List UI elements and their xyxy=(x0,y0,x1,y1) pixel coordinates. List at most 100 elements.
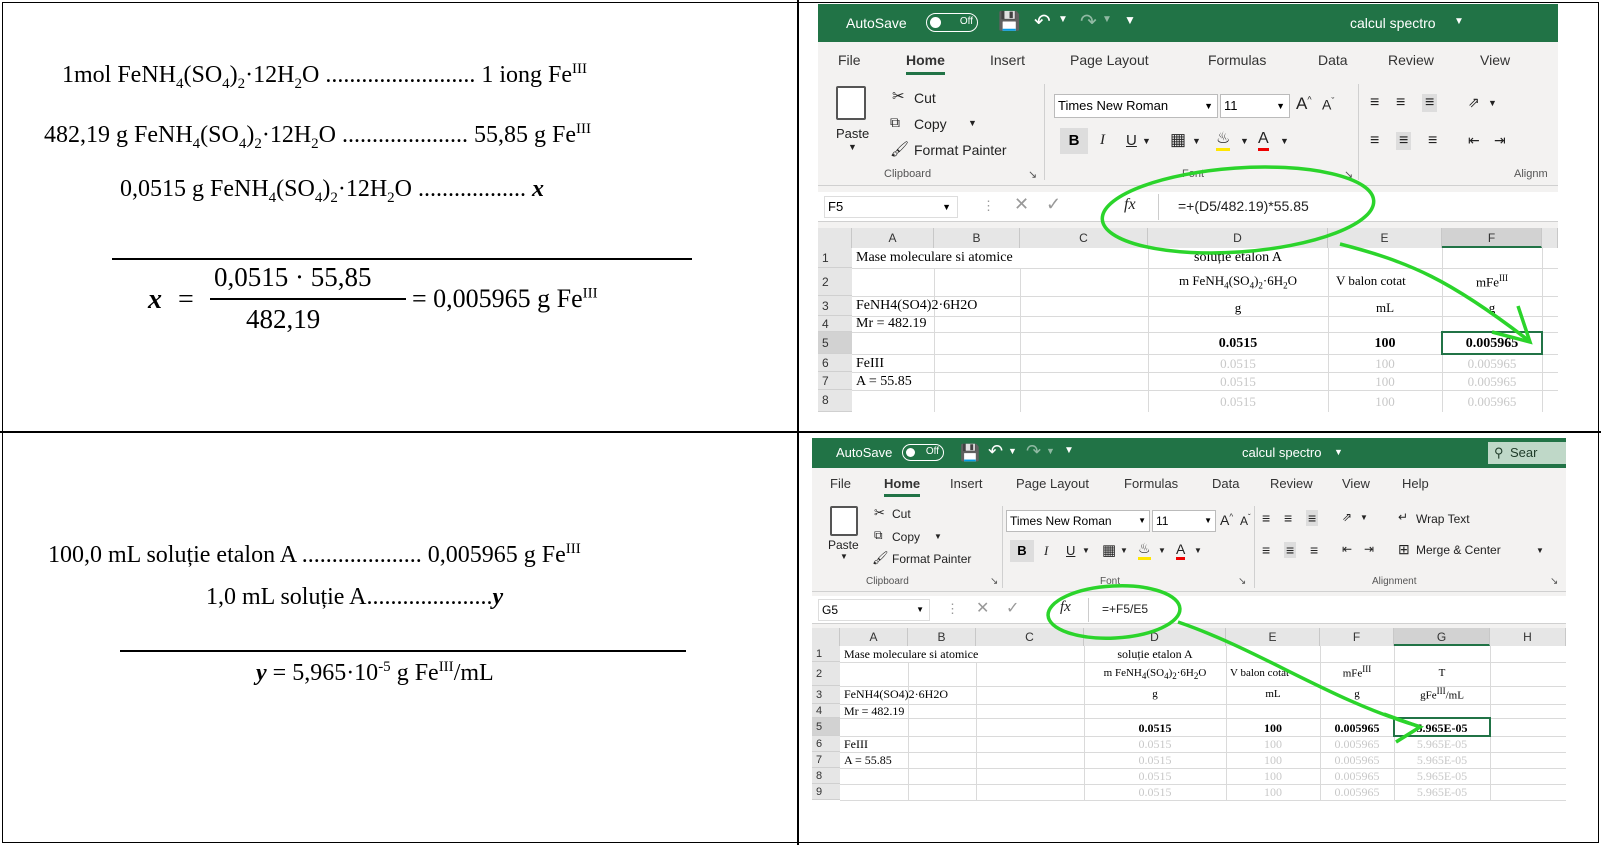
cell-a7[interactable]: A = 55.85 xyxy=(844,753,892,768)
orientation-icon[interactable]: ⇗ xyxy=(1342,510,1352,524)
underline-dropdown-icon[interactable]: ▼ xyxy=(1082,546,1090,555)
insert-function-icon[interactable]: fx xyxy=(1124,196,1136,214)
font-color-icon[interactable]: A xyxy=(1258,130,1269,151)
cell-f5[interactable]: 0.005965 xyxy=(1320,721,1394,736)
document-title[interactable]: calcul spectro xyxy=(1350,15,1436,31)
enter-icon[interactable]: ✓ xyxy=(1046,194,1061,215)
format-painter-label[interactable]: Format Painter xyxy=(914,142,1007,158)
copy-label[interactable]: Copy xyxy=(892,530,920,544)
align-right-icon[interactable]: ≡ xyxy=(1428,132,1437,150)
undo-icon[interactable]: ↶ xyxy=(988,441,1003,462)
formula-input[interactable]: =+F5/E5 xyxy=(1102,602,1148,616)
bold-button[interactable]: B xyxy=(1060,128,1088,154)
font-launcher-icon[interactable]: ↘ xyxy=(1238,576,1246,587)
cell-e2[interactable]: V balon cotat xyxy=(1336,273,1442,289)
alignment-launcher-icon[interactable]: ↘ xyxy=(1550,576,1558,587)
format-painter-icon[interactable]: 🖌 xyxy=(872,550,889,566)
underline-button[interactable]: U xyxy=(1066,543,1075,558)
autosave-toggle[interactable]: Off xyxy=(902,444,944,461)
cell-a6[interactable]: FeIII xyxy=(844,737,868,752)
cut-icon[interactable]: ✂ xyxy=(874,505,885,521)
cell-d1[interactable]: soluție etalon A xyxy=(1148,250,1328,266)
column-header[interactable]: D xyxy=(1084,628,1226,646)
orientation-dropdown-icon[interactable]: ▼ xyxy=(1488,98,1497,108)
insert-function-icon[interactable]: fx xyxy=(1060,599,1071,616)
align-center-icon[interactable]: ≡ xyxy=(1396,132,1412,150)
row-header[interactable]: 1 xyxy=(818,248,852,268)
column-header[interactable]: F xyxy=(1320,628,1394,646)
increase-indent-icon[interactable]: ⇥ xyxy=(1494,132,1506,149)
row-header-selected[interactable]: 5 xyxy=(818,332,852,354)
cell-a3[interactable]: FeNH4(SO4)2·6H2O xyxy=(856,298,977,314)
copy-label[interactable]: Copy xyxy=(914,116,947,132)
menu-help[interactable]: Help xyxy=(1402,476,1429,491)
selected-cell-f5[interactable] xyxy=(1441,331,1543,355)
column-header[interactable]: A xyxy=(840,628,908,646)
column-header-selected[interactable]: G xyxy=(1394,628,1490,646)
cell-d3[interactable]: g xyxy=(1148,300,1328,316)
cancel-icon[interactable]: ✕ xyxy=(976,598,989,618)
font-color-icon[interactable]: A xyxy=(1176,541,1186,560)
menu-view[interactable]: View xyxy=(1480,52,1510,68)
font-color-dropdown-icon[interactable]: ▼ xyxy=(1194,546,1202,555)
cell-a4[interactable]: Mr = 482.19 xyxy=(856,316,927,332)
corner-cell[interactable] xyxy=(812,628,840,646)
align-bottom-icon[interactable]: ≡ xyxy=(1422,94,1438,112)
menu-file[interactable]: File xyxy=(838,52,861,68)
menu-insert[interactable]: Insert xyxy=(950,476,983,491)
row-header[interactable]: 9 xyxy=(812,784,840,800)
cell-d3[interactable]: g xyxy=(1084,688,1226,700)
row-header[interactable]: 3 xyxy=(812,686,840,704)
save-icon[interactable]: 💾 xyxy=(960,443,980,463)
column-header-selected[interactable]: F xyxy=(1442,228,1542,248)
underline-dropdown-icon[interactable]: ▼ xyxy=(1142,136,1151,146)
save-icon[interactable]: 💾 xyxy=(998,11,1020,32)
orientation-dropdown-icon[interactable]: ▼ xyxy=(1360,513,1368,522)
copy-icon[interactable]: ⧉ xyxy=(890,114,900,131)
row-header[interactable]: 3 xyxy=(818,296,852,316)
enter-icon[interactable]: ✓ xyxy=(1006,598,1019,618)
paste-icon[interactable] xyxy=(830,506,858,536)
cell-d2[interactable]: m FeNH4(SO4)2·6H2O xyxy=(1084,667,1226,681)
name-box[interactable]: G5 ▼ xyxy=(818,599,930,621)
merge-center-button[interactable]: Merge & Center xyxy=(1416,543,1501,557)
increase-indent-icon[interactable]: ⇥ xyxy=(1364,542,1374,556)
menu-formulas[interactable]: Formulas xyxy=(1208,52,1266,68)
cell-d1[interactable]: soluție etalon A xyxy=(1084,647,1226,662)
font-launcher-icon[interactable]: ↘ xyxy=(1344,168,1353,181)
name-box[interactable]: F5 ▼ xyxy=(824,196,958,218)
font-size-select[interactable]: 11 ▼ xyxy=(1220,94,1290,118)
bold-button[interactable]: B xyxy=(1010,540,1034,562)
row-header[interactable]: 6 xyxy=(818,354,852,372)
row-header[interactable]: 7 xyxy=(812,752,840,768)
redo-icon[interactable]: ↷ xyxy=(1026,441,1041,462)
merge-dropdown-icon[interactable]: ▼ xyxy=(1536,546,1544,555)
row-header[interactable]: 1 xyxy=(812,646,840,662)
paste-label[interactable]: Paste xyxy=(836,126,869,141)
cell-g3[interactable]: gFeIII/mL xyxy=(1394,686,1490,702)
underline-button[interactable]: U xyxy=(1126,132,1137,149)
cell-f2[interactable]: mFeIII xyxy=(1442,273,1542,290)
font-size-select[interactable]: 11 ▼ xyxy=(1152,510,1216,532)
selected-cell-g5[interactable] xyxy=(1393,717,1491,737)
menu-insert[interactable]: Insert xyxy=(990,52,1025,68)
menu-data[interactable]: Data xyxy=(1212,476,1239,491)
align-left-icon[interactable]: ≡ xyxy=(1370,132,1379,150)
paste-icon[interactable] xyxy=(836,86,866,120)
cell-e2[interactable]: V balon cotat xyxy=(1230,667,1320,679)
font-name-select[interactable]: Times New Roman ▼ xyxy=(1054,94,1218,118)
clipboard-launcher-icon[interactable]: ↘ xyxy=(1028,168,1037,181)
redo-dropdown-icon[interactable]: ▼ xyxy=(1046,446,1055,456)
undo-icon[interactable]: ↶ xyxy=(1034,9,1051,34)
column-header[interactable]: C xyxy=(976,628,1084,646)
wrap-text-button[interactable]: Wrap Text xyxy=(1416,512,1470,526)
cell-a7[interactable]: A = 55.85 xyxy=(856,374,912,390)
undo-dropdown-icon[interactable]: ▼ xyxy=(1008,446,1017,456)
cell-a3[interactable]: FeNH4(SO4)2·6H2O xyxy=(844,687,948,702)
row-header[interactable]: 8 xyxy=(812,768,840,784)
borders-dropdown-icon[interactable]: ▼ xyxy=(1192,136,1201,146)
align-center-icon[interactable]: ≡ xyxy=(1284,542,1297,558)
format-painter-icon[interactable]: 🖌 xyxy=(890,140,909,158)
copy-dropdown-icon[interactable]: ▼ xyxy=(934,532,942,541)
menu-home[interactable]: Home xyxy=(906,52,945,75)
